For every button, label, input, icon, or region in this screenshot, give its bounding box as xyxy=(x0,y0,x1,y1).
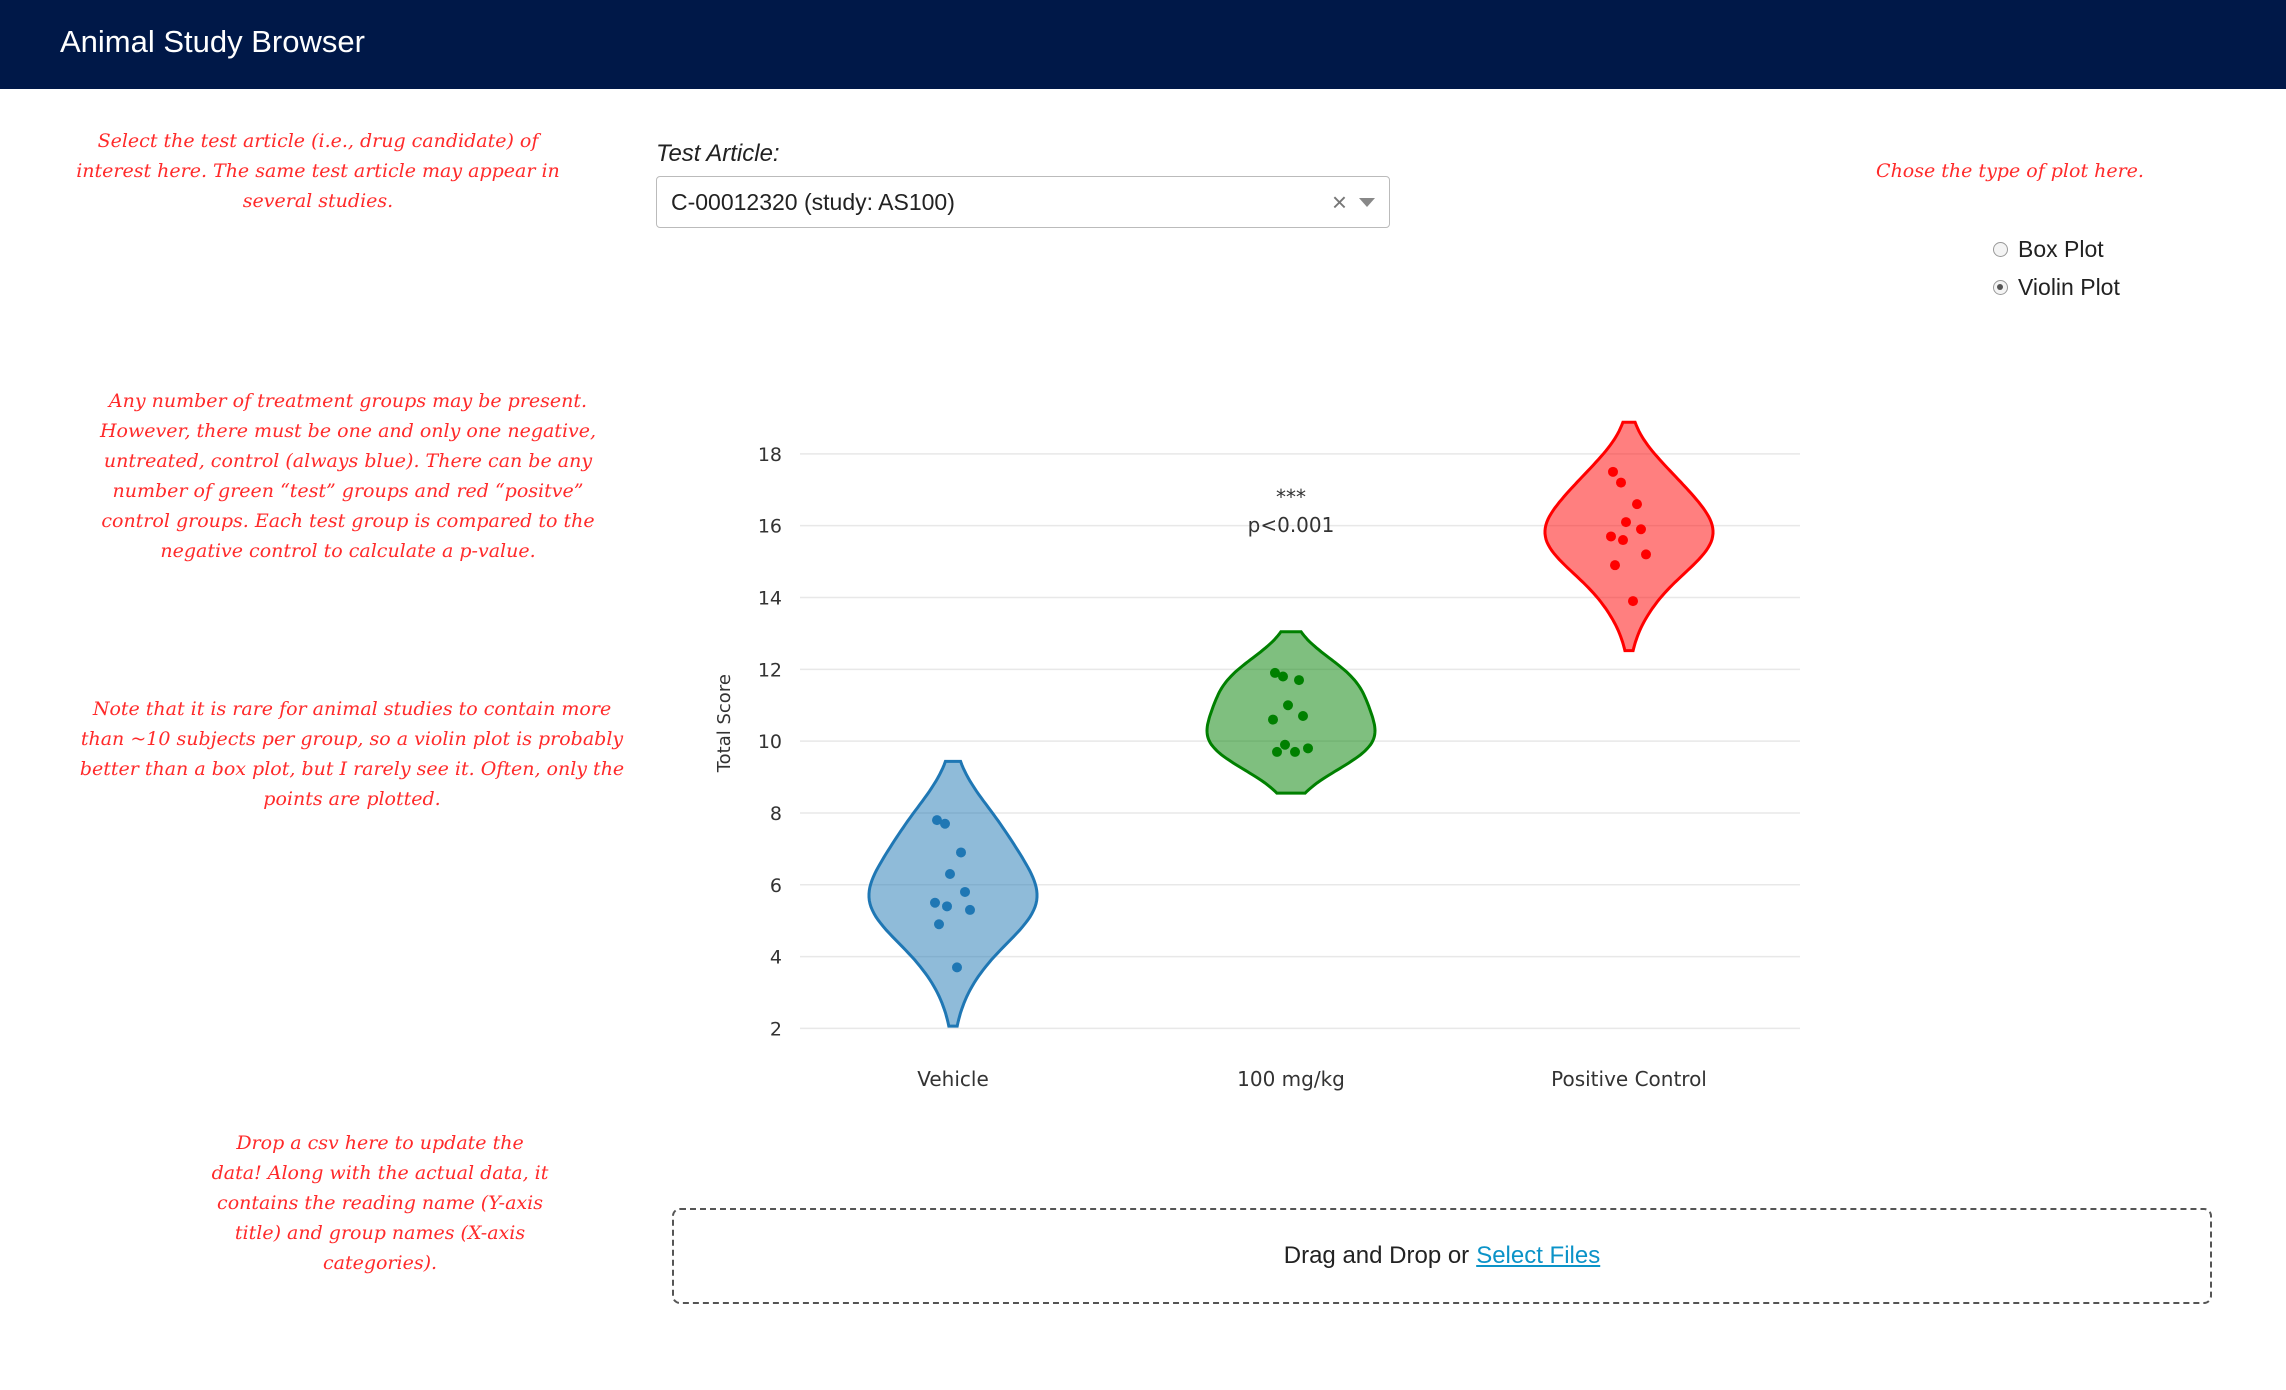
note-drop: Drop a csv here to update the data! Alon… xyxy=(211,1132,549,1274)
data-point xyxy=(1294,675,1304,686)
data-point xyxy=(1278,671,1288,682)
y-axis-title: Total Score xyxy=(714,674,735,773)
data-point xyxy=(1618,535,1628,546)
violin-body xyxy=(1205,630,1377,795)
radio-violin-plot[interactable] xyxy=(1993,280,2008,295)
data-point xyxy=(956,847,966,858)
plot-type-violin-label: Violin Plot xyxy=(2018,274,2120,300)
note-select: Select the test article (i.e., drug cand… xyxy=(76,130,560,212)
data-point xyxy=(934,919,944,930)
p-value-annotation: *** xyxy=(1276,485,1306,509)
violin-chart: 2 4 6 8 10 12 14 16 18 Total Score Vehicle 100 mg/k… xyxy=(714,420,1800,1091)
note-plot-type: Chose the type of plot here. xyxy=(1876,160,2144,182)
data-point xyxy=(965,904,975,915)
data-point xyxy=(940,818,950,829)
data-point xyxy=(1616,477,1626,488)
y-tick-label: 2 xyxy=(770,1018,782,1040)
data-point xyxy=(1641,549,1651,560)
y-tick-label: 8 xyxy=(770,803,782,825)
plot-type-violin[interactable]: Violin Plot xyxy=(1993,274,2120,301)
p-value-annotation: p<0.001 xyxy=(1248,513,1335,537)
y-tick-label: 4 xyxy=(770,947,782,969)
data-point xyxy=(1283,700,1293,711)
x-tick-label: Positive Control xyxy=(1551,1067,1707,1091)
plot-type-box[interactable]: Box Plot xyxy=(1993,236,2104,263)
violin-body xyxy=(867,759,1039,1028)
data-point xyxy=(960,886,970,897)
clear-icon[interactable]: × xyxy=(1332,187,1347,218)
chevron-down-icon[interactable] xyxy=(1359,198,1375,207)
select-files-link[interactable]: Select Files xyxy=(1476,1242,1600,1270)
data-point xyxy=(1272,746,1282,757)
violin-body xyxy=(1543,420,1715,653)
data-point xyxy=(945,869,955,879)
test-article-value: C-00012320 (study: AS100) xyxy=(671,189,955,215)
y-tick-label: 6 xyxy=(770,875,782,897)
y-tick-label: 18 xyxy=(758,444,782,466)
data-point xyxy=(952,962,962,973)
x-tick-label: 100 mg/kg xyxy=(1237,1067,1345,1091)
y-tick-label: 14 xyxy=(758,588,782,610)
data-point xyxy=(1608,466,1618,477)
data-point xyxy=(1621,517,1631,528)
data-point xyxy=(1628,596,1638,607)
data-point xyxy=(1280,739,1290,750)
data-point xyxy=(1610,560,1620,571)
data-point xyxy=(1636,524,1646,535)
note-groups: Any number of treatment groups may be pr… xyxy=(99,390,597,562)
data-point xyxy=(1303,743,1313,754)
x-tick-label: Vehicle xyxy=(917,1067,989,1091)
data-point xyxy=(1632,499,1642,510)
app-title: Animal Study Browser xyxy=(60,24,365,59)
data-point xyxy=(1268,714,1278,725)
test-article-label: Test Article: xyxy=(656,140,780,167)
y-tick-label: 10 xyxy=(758,731,782,753)
data-point xyxy=(942,901,952,912)
y-tick-label: 12 xyxy=(758,659,782,681)
data-point xyxy=(1606,531,1616,542)
note-violin: Note that it is rare for animal studies … xyxy=(79,698,625,810)
plot-type-box-label: Box Plot xyxy=(2018,236,2104,262)
test-article-select[interactable]: C-00012320 (study: AS100) × xyxy=(656,176,1390,228)
dropzone-text: Drag and Drop or xyxy=(1283,1242,1470,1269)
y-tick-label: 16 xyxy=(758,516,782,538)
radio-box-plot[interactable] xyxy=(1993,242,2008,257)
app-header: Animal Study Browser xyxy=(0,0,2286,89)
data-point xyxy=(930,897,940,908)
csv-dropzone[interactable]: Drag and Drop or Select Files xyxy=(672,1208,2212,1304)
data-point xyxy=(1298,711,1308,721)
data-point xyxy=(1290,746,1300,757)
